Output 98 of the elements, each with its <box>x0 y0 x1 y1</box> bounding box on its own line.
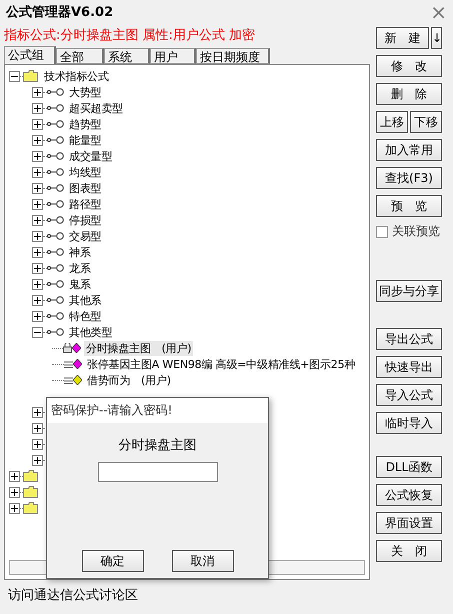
action-button[interactable]: 临时导入 <box>376 412 442 434</box>
expand-icon[interactable] <box>32 406 43 418</box>
action-button[interactable]: DLL函数 <box>376 456 442 478</box>
tree-item[interactable]: 路径型 <box>67 196 104 212</box>
expand-icon[interactable] <box>32 150 43 162</box>
action-button[interactable]: 导出公式 <box>376 328 442 350</box>
key-icon <box>47 248 65 256</box>
expand-icon[interactable] <box>32 454 43 466</box>
expand-icon[interactable] <box>9 470 20 482</box>
expand-icon[interactable] <box>9 502 20 514</box>
key-icon <box>47 88 65 96</box>
key-icon <box>47 120 65 128</box>
key-icon <box>47 184 65 192</box>
expand-icon[interactable] <box>32 310 43 322</box>
folder-icon <box>23 486 38 498</box>
new-button[interactable]: 新 建 <box>376 27 429 49</box>
expand-icon[interactable] <box>9 486 20 498</box>
tree-item[interactable]: 分时操盘主图 (用户) <box>84 340 194 356</box>
tree-item[interactable]: 能量型 <box>67 132 104 148</box>
action-button[interactable]: 查找(F3) <box>376 167 442 189</box>
expand-icon[interactable] <box>32 278 43 290</box>
expand-icon[interactable] <box>32 262 43 274</box>
tree-item[interactable]: 大势型 <box>67 84 104 100</box>
tree-item[interactable]: 龙系 <box>67 260 93 276</box>
move-button[interactable]: 上移 <box>376 111 408 133</box>
key-icon <box>47 152 65 160</box>
key-icon <box>47 136 65 144</box>
expand-icon[interactable] <box>32 438 43 450</box>
tree-item[interactable]: 其他系 <box>67 292 104 308</box>
tree-item[interactable]: 交易型 <box>67 228 104 244</box>
action-button[interactable]: 同步与分享 <box>376 280 442 302</box>
collapse-icon[interactable] <box>9 70 20 82</box>
dialog-button[interactable]: 取消 <box>172 550 234 572</box>
expand-icon[interactable] <box>32 214 43 226</box>
expand-icon[interactable] <box>32 422 43 434</box>
collapse-icon[interactable] <box>32 326 43 338</box>
action-button[interactable]: 删 除 <box>376 83 442 105</box>
tab[interactable]: 全部 <box>56 48 104 64</box>
tab[interactable]: 用户 <box>150 48 196 64</box>
formula-info: 指标公式:分时操盘主图 属性:用户公式 加密 <box>4 27 256 45</box>
action-button[interactable]: 导入公式 <box>376 384 442 406</box>
action-button[interactable]: 界面设置 <box>376 512 442 534</box>
tree-item[interactable]: 鬼系 <box>67 276 93 292</box>
action-button[interactable]: 公式恢复 <box>376 484 442 506</box>
forum-link[interactable]: 访问通达信公式讨论区 <box>4 580 370 610</box>
tree-item[interactable]: 超买超卖型 <box>67 100 126 116</box>
action-button[interactable]: 关 闭 <box>376 540 442 562</box>
tree-item[interactable]: 图表型 <box>67 180 104 196</box>
tree-item[interactable]: 其他类型 <box>67 324 114 340</box>
dialog-button[interactable]: 确定 <box>82 550 144 572</box>
key-icon <box>47 168 65 176</box>
tree-item[interactable]: 特色型 <box>67 308 104 324</box>
password-field[interactable] <box>98 462 218 482</box>
key-icon <box>47 312 65 320</box>
folder-icon <box>23 70 38 82</box>
key-icon <box>47 216 65 224</box>
move-button[interactable]: 下移 <box>410 111 442 133</box>
key-icon <box>47 328 65 336</box>
expand-icon[interactable] <box>32 102 43 114</box>
action-button[interactable]: 修 改 <box>376 55 442 77</box>
key-icon <box>47 296 65 304</box>
expand-icon[interactable] <box>32 166 43 178</box>
dialog-title: 密码保护--请输入密码! <box>47 398 268 423</box>
expand-icon[interactable] <box>32 198 43 210</box>
key-icon <box>47 200 65 208</box>
key-icon <box>47 264 65 272</box>
tree-item[interactable]: 神系 <box>67 244 93 260</box>
tree-item[interactable]: 趋势型 <box>67 116 104 132</box>
tree-item[interactable]: 张停基因主图A WEN98编 高级=中级精准线+图示25种 <box>85 356 358 372</box>
action-button[interactable]: 预 览 <box>376 195 442 217</box>
folder-icon <box>23 502 38 514</box>
tree-item[interactable]: 技术指标公式 <box>42 68 111 84</box>
checkbox-label: 关联预览 <box>392 223 440 240</box>
key-icon <box>47 104 65 112</box>
close-button[interactable]: × <box>430 2 447 22</box>
tab[interactable]: 公式组 <box>4 46 56 64</box>
checkbox[interactable] <box>376 226 388 238</box>
tree-item[interactable]: 均线型 <box>67 164 104 180</box>
expand-icon[interactable] <box>32 182 43 194</box>
tree-item[interactable]: 借势而为 (用户) <box>85 372 173 388</box>
formula-name: 分时操盘主图 <box>118 437 196 454</box>
expand-icon[interactable] <box>32 246 43 258</box>
expand-icon[interactable] <box>32 86 43 98</box>
tab[interactable]: 系统 <box>104 48 150 64</box>
window-title: 公式管理器V6.02 <box>6 4 114 21</box>
action-button[interactable]: 加入常用 <box>376 139 442 161</box>
expand-icon[interactable] <box>32 294 43 306</box>
dropdown-button[interactable]: ↓ <box>431 27 442 49</box>
folder-icon <box>23 470 38 482</box>
tab[interactable]: 按日期频度 <box>196 48 270 64</box>
expand-icon[interactable] <box>32 230 43 242</box>
key-icon <box>47 280 65 288</box>
action-button[interactable]: 快速导出 <box>376 356 442 378</box>
tree-item[interactable]: 停损型 <box>67 212 104 228</box>
tree-item[interactable]: 成交量型 <box>67 148 114 164</box>
expand-icon[interactable] <box>32 118 43 130</box>
expand-icon[interactable] <box>32 134 43 146</box>
key-icon <box>47 232 65 240</box>
